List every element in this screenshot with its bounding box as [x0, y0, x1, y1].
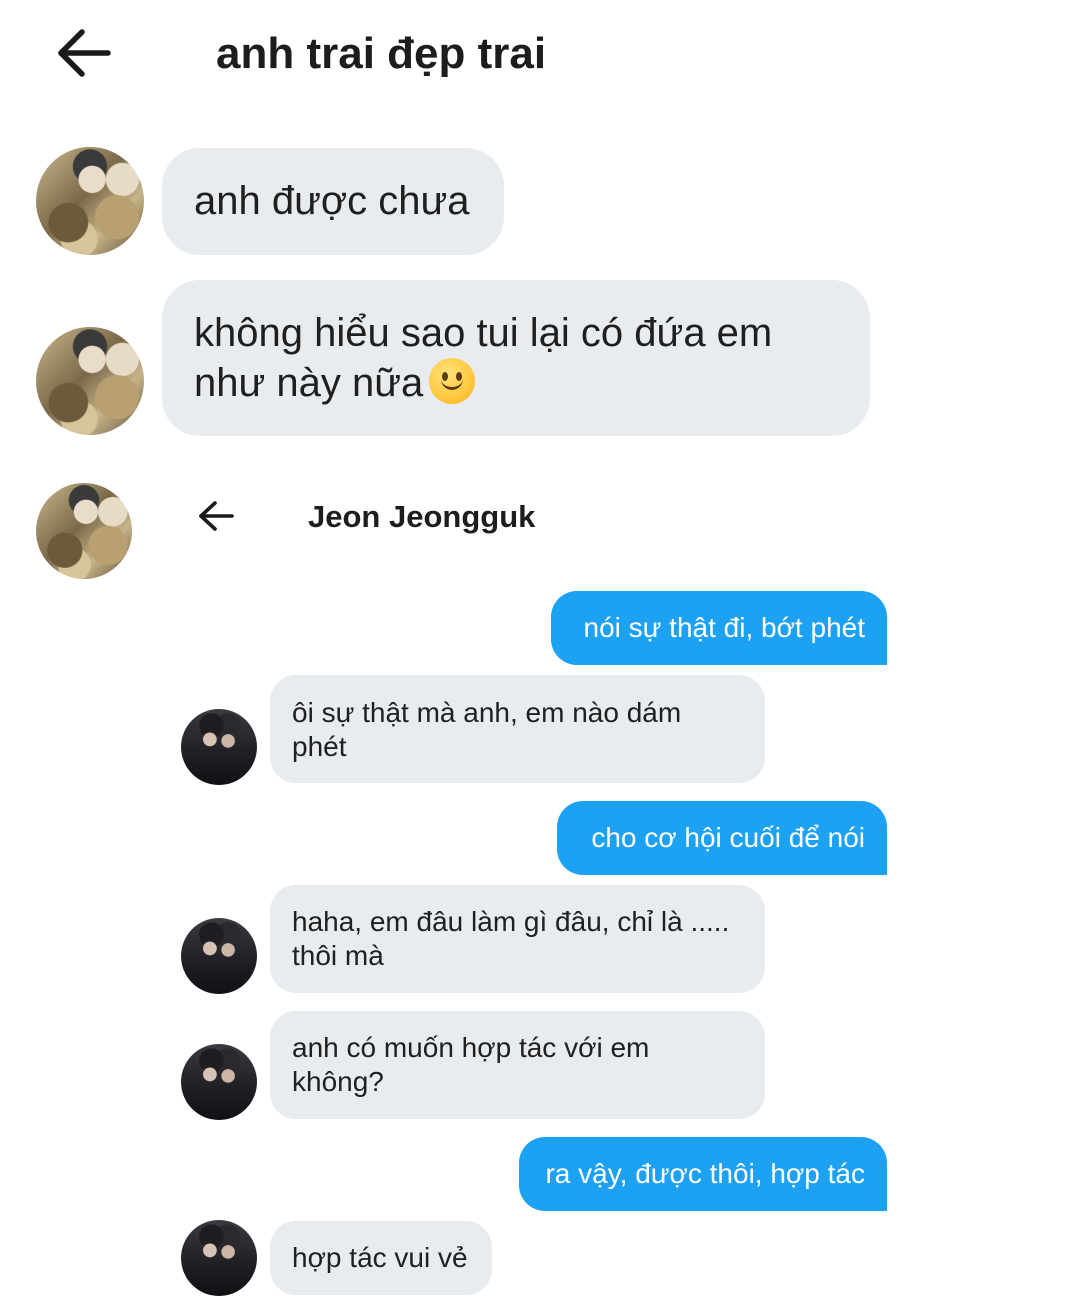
- incoming-message-bubble: anh có muốn hợp tác với em không?: [270, 1011, 765, 1119]
- inner-conversation-title: Jeon Jeongguk: [308, 499, 536, 534]
- message-text: haha, em đâu làm gì đâu, chỉ là ..... th…: [292, 906, 730, 971]
- message-text: anh được chưa: [194, 179, 470, 223]
- arrow-left-icon: [196, 501, 236, 538]
- message-bubble: không hiểu sao tui lại có đứa em như này…: [162, 280, 870, 436]
- message-text: hợp tác vui vẻ: [292, 1242, 468, 1273]
- message-text: anh có muốn hợp tác với em không?: [292, 1032, 650, 1097]
- avatar[interactable]: [36, 327, 144, 435]
- outgoing-message-bubble: nói sự thật đi, bớt phét: [551, 591, 887, 665]
- message-text: ôi sự thật mà anh, em nào dám phét: [292, 697, 682, 762]
- incoming-message-bubble: ôi sự thật mà anh, em nào dám phét: [270, 675, 765, 783]
- message-text: cho cơ hội cuối để nói: [591, 822, 865, 853]
- avatar[interactable]: [181, 918, 257, 994]
- avatar[interactable]: [36, 483, 132, 579]
- message-text: không hiểu sao tui lại có đứa em như này…: [194, 311, 773, 405]
- outgoing-message-bubble: ra vậy, được thôi, hợp tác: [519, 1137, 887, 1211]
- avatar[interactable]: [181, 1220, 257, 1296]
- avatar[interactable]: [181, 1044, 257, 1120]
- incoming-message-bubble: haha, em đâu làm gì đâu, chỉ là ..... th…: [270, 885, 765, 993]
- outgoing-message-bubble: cho cơ hội cuối để nói: [557, 801, 887, 875]
- conversation-title: anh trai đẹp trai: [216, 29, 547, 78]
- message-text: nói sự thật đi, bớt phét: [583, 612, 866, 643]
- arrow-left-icon: [52, 26, 114, 80]
- message-bubble: anh được chưa: [162, 148, 504, 255]
- back-button[interactable]: [52, 26, 114, 80]
- incoming-message-bubble: hợp tác vui vẻ: [270, 1221, 492, 1295]
- inner-back-button[interactable]: [196, 498, 236, 534]
- avatar[interactable]: [36, 147, 144, 255]
- avatar[interactable]: [181, 709, 257, 785]
- slightly-smiling-face-icon: [429, 358, 476, 404]
- message-text: ra vậy, được thôi, hợp tác: [545, 1158, 865, 1189]
